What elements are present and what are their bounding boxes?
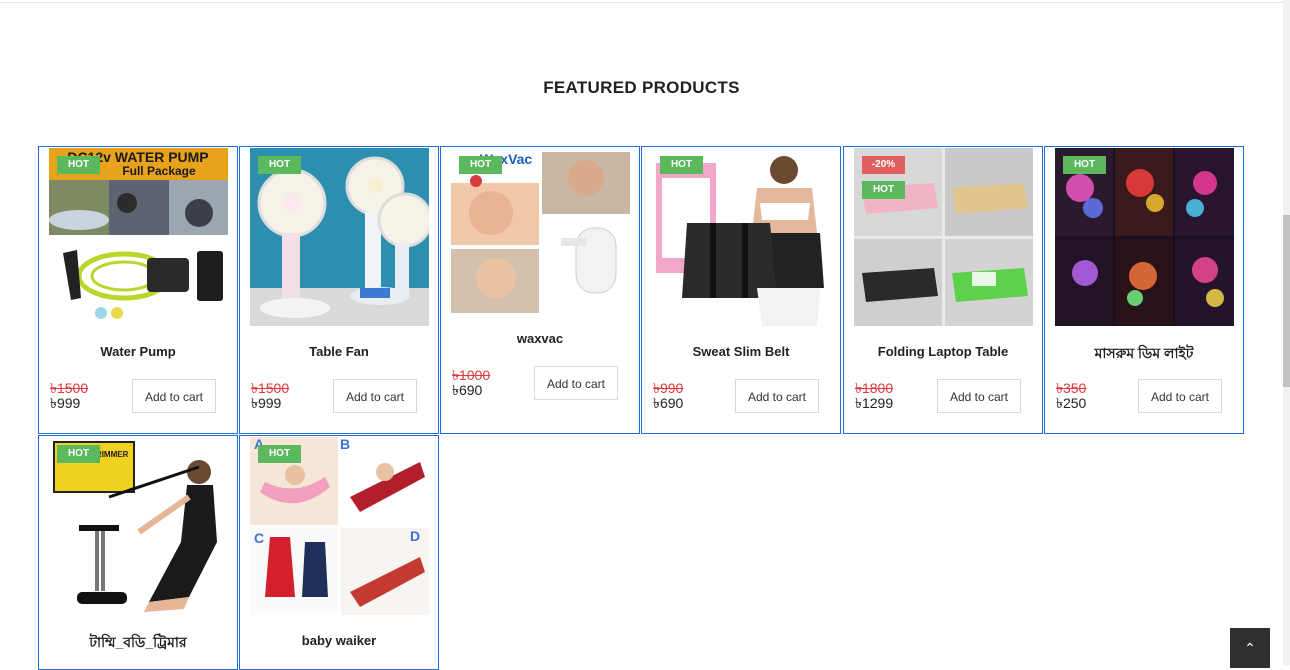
top-divider [0,2,1283,3]
new-price: ৳690 [452,382,483,398]
scrollbar-thumb[interactable] [1283,215,1290,387]
product-name[interactable]: baby waiker [240,633,438,648]
add-to-cart-button[interactable]: Add to cart [937,379,1021,413]
image-label-d: D [410,528,420,544]
product-card-table-fan[interactable]: HOT Table Fan ৳1500 ৳999 Add to cart [239,146,439,434]
product-name[interactable]: waxvac [441,331,639,346]
product-card-baby-waiker[interactable]: A B C D HOT baby waiker [239,435,439,670]
product-card-mushroom-light[interactable]: HOT মাসরুম ডিম লাইট ৳350 ৳250 Add to car… [1044,146,1244,434]
add-to-cart-button[interactable]: Add to cart [333,379,417,413]
hot-badge: HOT [1063,156,1106,174]
hot-badge: HOT [57,445,100,463]
hot-badge: HOT [57,156,100,174]
product-name[interactable]: Table Fan [240,344,438,359]
product-name[interactable]: Water Pump [39,344,237,359]
product-image-folding-laptop-table[interactable] [854,148,1033,326]
new-price: ৳999 [251,395,282,411]
new-price: ৳1299 [855,395,894,411]
back-to-top-button[interactable]: ⌃ [1230,628,1270,668]
new-price: ৳250 [1056,395,1087,411]
product-image-sweat-slim-belt[interactable] [652,148,831,326]
add-to-cart-button[interactable]: Add to cart [735,379,819,413]
product-name[interactable]: টাম্মি_বডি_ট্রিমার [39,631,237,655]
image-label-b: B [340,437,350,452]
product-card-waxvac[interactable]: WaxVac HOT waxvac ৳1000 ৳690 Add to cart [440,146,640,434]
page-scrollbar[interactable] [1283,0,1290,665]
hot-badge: HOT [459,156,502,174]
hot-badge: HOT [258,156,301,174]
chevron-up-icon: ⌃ [1244,640,1256,656]
product-image-baby-waiker[interactable]: A B C D [250,437,429,615]
product-image-table-fan[interactable] [250,148,429,326]
add-to-cart-button[interactable]: Add to cart [132,379,216,413]
add-to-cart-button[interactable]: Add to cart [1138,379,1222,413]
product-name[interactable]: Folding Laptop Table [844,344,1042,359]
hot-badge: HOT [660,156,703,174]
section-title: FEATURED PRODUCTS [543,78,740,97]
new-price: ৳999 [50,395,81,411]
add-to-cart-button[interactable]: Add to cart [534,366,618,400]
discount-badge: -20% [862,156,905,174]
product-image-mushroom-light[interactable] [1055,148,1234,326]
product-name[interactable]: Sweat Slim Belt [642,344,840,359]
product-image-water-pump[interactable]: DC12v WATER PUMP Full Package [49,148,228,326]
product-image-tummy-trimmer[interactable]: TUMMY TRIMMER [49,437,228,615]
product-card-water-pump[interactable]: DC12v WATER PUMP Full Package HOT Water … [38,146,238,434]
hot-badge: HOT [862,181,905,199]
new-price: ৳690 [653,395,684,411]
image-label-c: C [254,530,264,546]
image-subcaption: Full Package [122,164,196,178]
product-card-tummy-trimmer[interactable]: TUMMY TRIMMER HOT টাম্মি_বডি_ট্রিমার [38,435,238,670]
product-name[interactable]: মাসরুম ডিম লাইট [1045,342,1243,366]
hot-badge: HOT [258,445,301,463]
product-card-folding-laptop-table[interactable]: -20% HOT Folding Laptop Table ৳1800 ৳129… [843,146,1043,434]
product-card-sweat-slim-belt[interactable]: HOT Sweat Slim Belt ৳990 ৳690 Add to car… [641,146,841,434]
